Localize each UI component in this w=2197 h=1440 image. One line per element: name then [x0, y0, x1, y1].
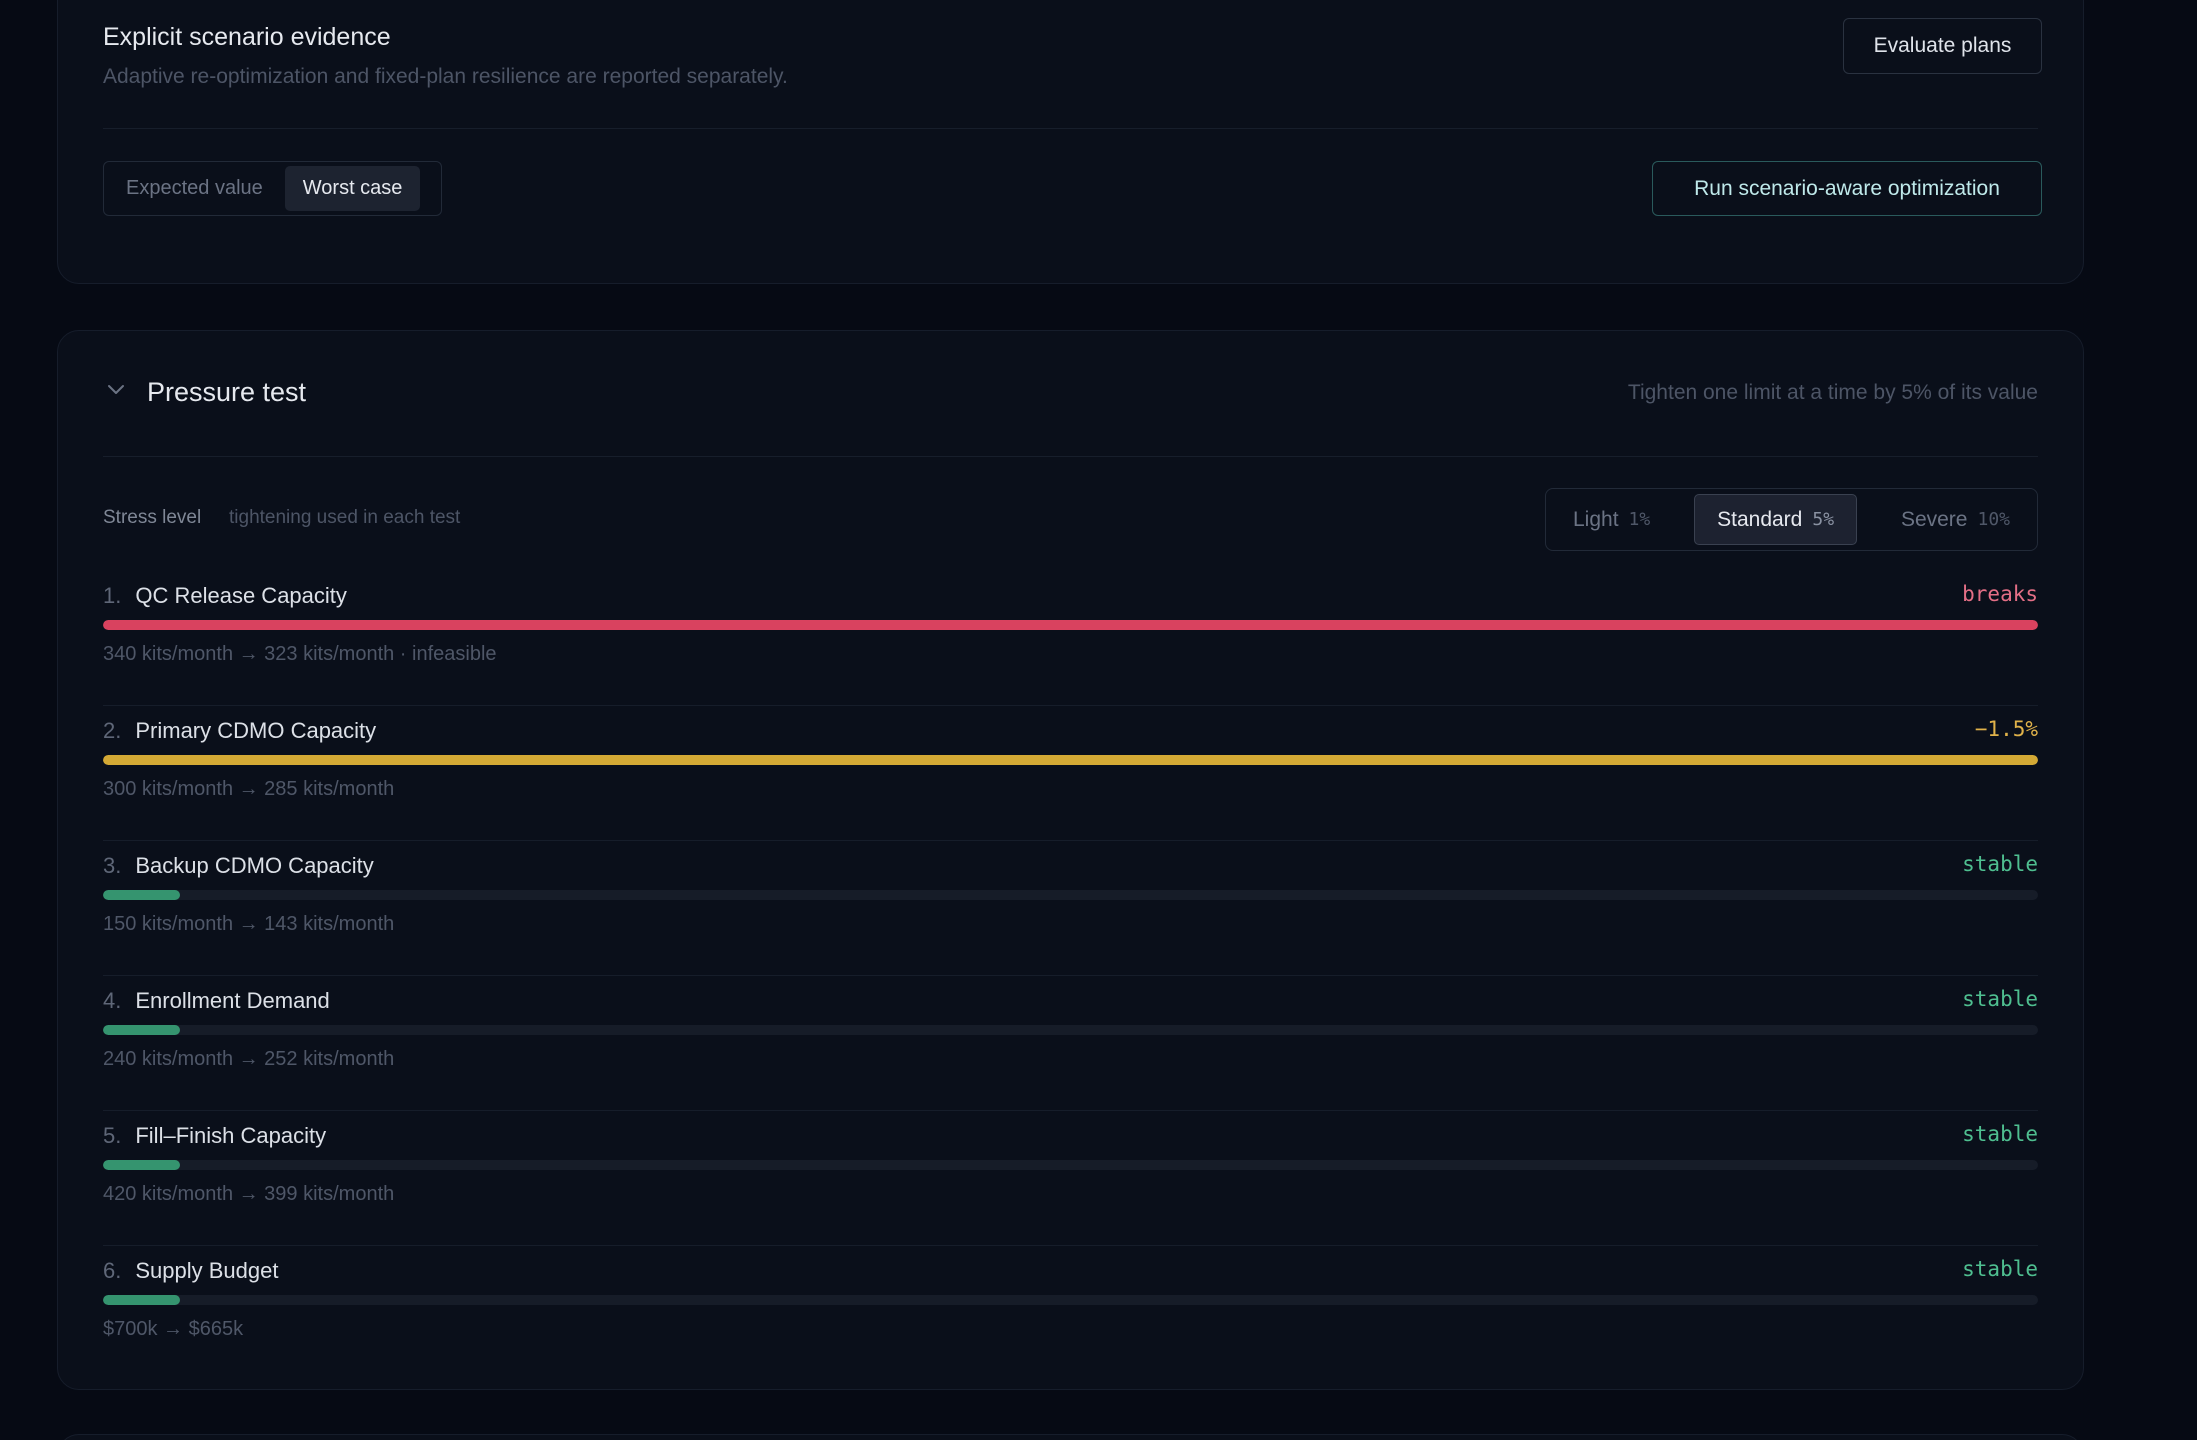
evidence-title: Explicit scenario evidence [103, 23, 391, 51]
constraint-name: 6. Supply Budget [103, 1258, 278, 1284]
pressure-test-title[interactable]: Pressure test [147, 377, 306, 408]
constraint-label: Enrollment Demand [135, 988, 330, 1013]
stress-level-light[interactable]: Light 1% [1551, 494, 1672, 545]
stress-level-description: tightening used in each test [229, 507, 461, 528]
constraint-rank: 4. [103, 988, 122, 1013]
constraint-rank: 1. [103, 583, 122, 608]
constraint-detail: 420 kits/month → 399 kits/month [103, 1183, 395, 1205]
next-card [57, 1434, 2084, 1440]
constraint-detail: $700k → $665k [103, 1318, 244, 1340]
level-percent: 10% [1977, 509, 2010, 530]
constraint-detail: 300 kits/month → 285 kits/month [103, 778, 395, 800]
constraint-name: 1. QC Release Capacity [103, 583, 347, 609]
constraint-rank: 5. [103, 1123, 122, 1148]
level-percent: 5% [1812, 509, 1835, 530]
evidence-subtitle: Adaptive re-optimization and fixed-plan … [103, 65, 788, 88]
pressure-test-results: 1. QC Release Capacity breaks 340 kits/mo… [103, 571, 2038, 1381]
constraint-status: breaks [1962, 582, 2038, 606]
page: Explicit scenario evidence Adaptive re-o… [0, 0, 2197, 1440]
constraint-row: 1. QC Release Capacity breaks 340 kits/mo… [103, 571, 2038, 706]
constraint-row: 2. Primary CDMO Capacity −1.5% 300 kits/m… [103, 706, 2038, 841]
level-label: Severe [1900, 507, 1968, 531]
impact-bar [103, 755, 2038, 765]
constraint-detail: 340 kits/month → 323 kits/month · infeas… [103, 643, 497, 665]
evidence-divider [103, 128, 2038, 129]
mode-worst-case[interactable]: Worst case [284, 166, 421, 211]
chevron-down-icon[interactable] [104, 377, 128, 401]
impact-bar [103, 1160, 2038, 1170]
constraint-label: Fill–Finish Capacity [135, 1123, 327, 1148]
impact-bar-fill [103, 620, 2038, 630]
evaluate-plans-button[interactable]: Evaluate plans [1843, 18, 2042, 74]
run-scenario-optimization-button[interactable]: Run scenario-aware optimization [1652, 161, 2042, 216]
constraint-name: 4. Enrollment Demand [103, 988, 330, 1014]
constraint-rank: 2. [103, 718, 122, 743]
impact-bar-fill [103, 1295, 181, 1305]
stress-level-severe[interactable]: Severe 10% [1879, 494, 2032, 545]
constraint-status: stable [1962, 1257, 2038, 1281]
constraint-row: 4. Enrollment Demand stable 240 kits/mont… [103, 976, 2038, 1111]
stress-level-label: Stress level [103, 507, 202, 528]
constraint-detail: 240 kits/month → 252 kits/month [103, 1048, 395, 1070]
impact-bar [103, 1295, 2038, 1305]
constraint-label: Primary CDMO Capacity [135, 718, 377, 743]
stress-level-toggle: Light 1% Standard 5% Severe 10% [1545, 488, 2038, 551]
constraint-row: 3. Backup CDMO Capacity stable 150 kits/m… [103, 841, 2038, 976]
constraint-label: QC Release Capacity [135, 583, 347, 608]
impact-bar [103, 1025, 2038, 1035]
constraint-status: stable [1962, 852, 2038, 876]
constraint-name: 2. Primary CDMO Capacity [103, 718, 376, 744]
constraint-label: Supply Budget [135, 1258, 279, 1283]
level-percent: 1% [1628, 509, 1651, 530]
objective-mode-toggle: Expected value Worst case [103, 161, 442, 216]
constraint-detail: 150 kits/month → 143 kits/month [103, 913, 395, 935]
constraint-label: Backup CDMO Capacity [135, 853, 374, 878]
constraint-name: 3. Backup CDMO Capacity [103, 853, 374, 879]
constraint-status: stable [1962, 987, 2038, 1011]
constraint-status: stable [1962, 1122, 2038, 1146]
constraint-rank: 6. [103, 1258, 122, 1283]
constraint-name: 5. Fill–Finish Capacity [103, 1123, 326, 1149]
impact-bar-fill [103, 1160, 181, 1170]
impact-bar-fill [103, 1025, 181, 1035]
level-label: Light [1573, 507, 1619, 531]
constraint-row: 6. Supply Budget stable $700k → $665k [103, 1246, 2038, 1381]
impact-bar [103, 890, 2038, 900]
pressure-test-hint: Tighten one limit at a time by 5% of its… [1627, 381, 2038, 404]
pressure-divider [103, 456, 2038, 457]
constraint-status: −1.5% [1974, 717, 2038, 741]
pressure-test-card: Pressure test Tighten one limit at a tim… [57, 330, 2084, 1390]
stress-level-standard[interactable]: Standard 5% [1694, 494, 1858, 545]
impact-bar-fill [103, 890, 181, 900]
constraint-row: 5. Fill–Finish Capacity stable 420 kits/m… [103, 1111, 2038, 1246]
level-label: Standard [1717, 507, 1803, 531]
constraint-rank: 3. [103, 853, 122, 878]
impact-bar-fill [103, 755, 2038, 765]
mode-expected-value[interactable]: Expected value [108, 166, 281, 211]
scenario-evidence-card: Explicit scenario evidence Adaptive re-o… [57, 0, 2084, 284]
impact-bar [103, 620, 2038, 630]
